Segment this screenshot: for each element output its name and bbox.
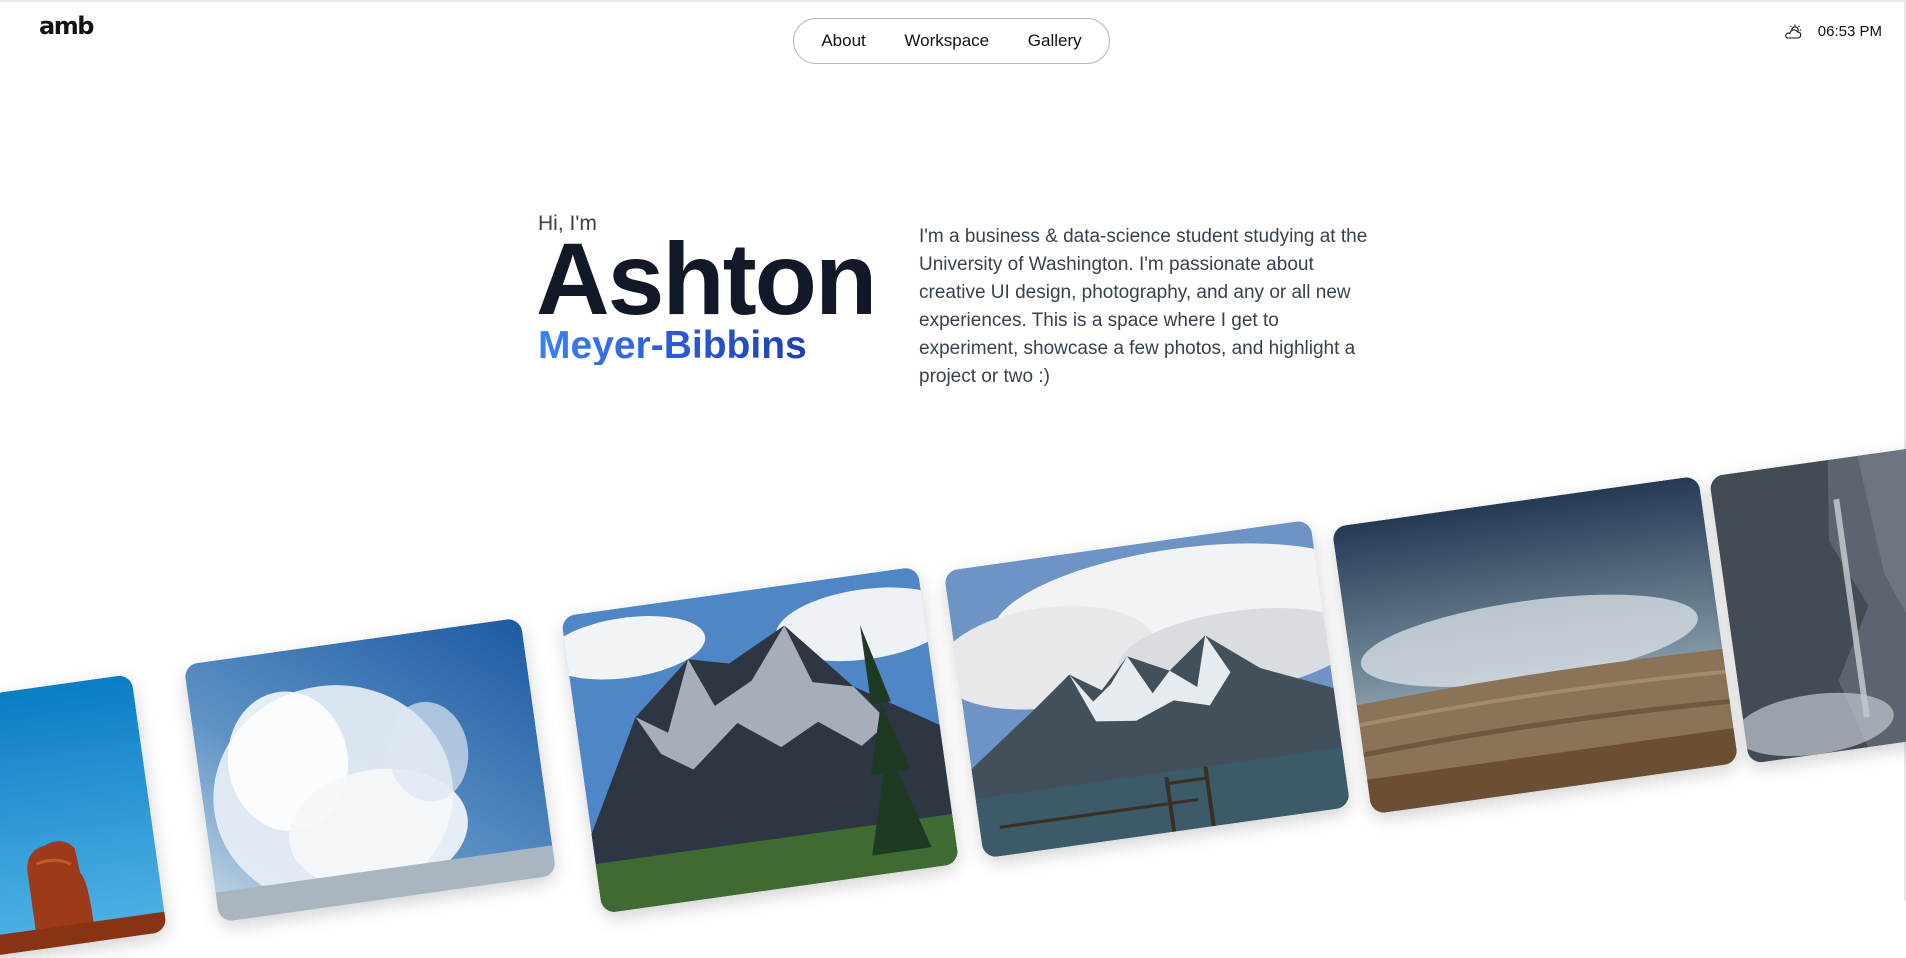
site-logo[interactable]: amb [39,12,94,40]
status-area: 06:53 PM [1784,23,1882,40]
partly-cloudy-sun-icon [1785,24,1802,39]
gallery-photo-stormy-basin[interactable] [1331,475,1739,815]
clock-time: 06:53 PM [1817,23,1882,40]
main-nav: About Workspace Gallery [793,18,1110,64]
nav-workspace[interactable]: Workspace [896,27,997,55]
hero-bio: I'm a business & data-science student st… [919,226,1368,387]
hero-first-name: Ashton [536,222,877,336]
gallery-photo-wave[interactable] [183,617,557,923]
gallery-photo-teton-peaks[interactable] [943,519,1351,859]
top-border [0,0,1906,2]
nav-gallery[interactable]: Gallery [1020,27,1090,55]
nav-about[interactable]: About [813,27,873,55]
gallery-photo-rock-cliff[interactable] [1708,446,1906,764]
gallery-photo-arch[interactable] [0,674,168,958]
gallery-photo-snowy-mountain[interactable] [560,566,960,914]
hero-last-name: Meyer-Bibbins [538,324,807,367]
